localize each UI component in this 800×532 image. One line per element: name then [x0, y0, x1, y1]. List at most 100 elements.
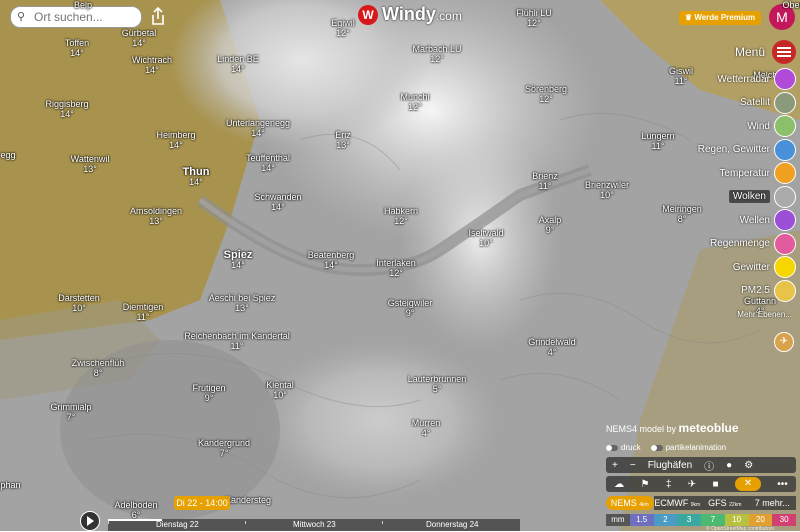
- airports-label[interactable]: Flughäfen: [648, 460, 692, 471]
- place-label[interactable]: Wattenwil 13°: [71, 154, 110, 174]
- place-label[interactable]: Frutigen 9°: [192, 383, 225, 403]
- plane-icon[interactable]: ✈: [688, 479, 696, 490]
- play-button[interactable]: [80, 511, 100, 531]
- place-label[interactable]: Därstetten 10°: [58, 293, 100, 313]
- place-label[interactable]: Unterlangenegg 14°: [226, 118, 290, 138]
- timeline-day[interactable]: Mittwoch 23: [293, 520, 336, 529]
- place-name: Därstetten: [58, 293, 100, 303]
- place-label[interactable]: Schwanden 14°: [254, 192, 301, 212]
- place-name: Zwischenflüh: [71, 358, 125, 368]
- place-label[interactable]: Grimmialp 7°: [50, 402, 91, 422]
- more-icon[interactable]: •••: [777, 479, 788, 490]
- place-label[interactable]: Meiringen 8°: [662, 204, 702, 224]
- model-option[interactable]: GFS 22km: [701, 496, 749, 510]
- place-label[interactable]: Spiez 14°: [224, 250, 253, 271]
- search-input[interactable]: [32, 9, 136, 25]
- place-label[interactable]: Murren 4°: [412, 418, 441, 438]
- place-label[interactable]: Teuffenthal 14°: [246, 153, 290, 173]
- pressure-toggle[interactable]: druck: [606, 443, 641, 452]
- place-label[interactable]: Toffen 14°: [65, 38, 89, 58]
- layer-item[interactable]: Mehr Ebenen...: [737, 303, 796, 325]
- place-label[interactable]: Linden BE 14°: [217, 54, 259, 74]
- particles-toggle[interactable]: partikelanimation: [650, 443, 726, 452]
- thermometer-icon[interactable]: ‡: [666, 479, 672, 490]
- location-icon[interactable]: ●: [726, 460, 732, 471]
- scale-step: 7: [701, 514, 725, 526]
- place-label[interactable]: Wichtrach 14°: [132, 55, 172, 75]
- place-label[interactable]: Kandersteg: [225, 495, 271, 505]
- place-label[interactable]: Brienz 11°: [532, 171, 558, 191]
- layer-item[interactable]: Regen, Gewitter: [698, 138, 796, 161]
- settings-icon[interactable]: ⚙: [744, 460, 753, 471]
- place-label[interactable]: Kandergrund 7°: [198, 438, 250, 458]
- place-label[interactable]: Iseltwald 10°: [468, 228, 503, 248]
- place-label[interactable]: Flühli LU 12°: [516, 8, 552, 28]
- place-label[interactable]: Munchi 12°: [400, 92, 429, 112]
- place-label[interactable]: Axalp 9°: [539, 215, 562, 235]
- place-label[interactable]: Interlaken 12°: [376, 258, 416, 278]
- place-label[interactable]: Aeschi bei Spiez 13°: [209, 293, 276, 313]
- place-label[interactable]: Marbach LU 12°: [412, 44, 461, 64]
- place-name: egg: [0, 150, 16, 160]
- place-name: Adelboden: [114, 500, 158, 510]
- timeline[interactable]: Dienstag 22 Mittwoch 23 Donnerstag 24: [108, 519, 520, 531]
- timeline-day[interactable]: Donnerstag 24: [426, 520, 478, 529]
- layer-item[interactable]: Wellen: [740, 209, 796, 231]
- place-label[interactable]: Lauterbrunnen 5°: [408, 374, 467, 394]
- place-label[interactable]: Diemtigen 11°: [123, 302, 164, 322]
- place-label[interactable]: Kiental 10°: [266, 380, 294, 400]
- place-label[interactable]: Sörenberg 12°: [525, 84, 567, 104]
- timeline-day[interactable]: Dienstag 22: [156, 520, 199, 529]
- share-icon[interactable]: [150, 6, 166, 26]
- place-label[interactable]: Belp: [74, 0, 92, 10]
- place-label[interactable]: Riggisberg 14°: [45, 99, 88, 119]
- place-label[interactable]: ephan: [0, 480, 21, 490]
- premium-button[interactable]: ♛ Werde Premium: [679, 11, 761, 25]
- place-label[interactable]: Giswil 11°: [669, 66, 693, 86]
- weather-icon[interactable]: ☁: [614, 479, 624, 490]
- place-label[interactable]: egg: [0, 150, 15, 160]
- place-label[interactable]: Zwischenflüh 8°: [72, 358, 125, 378]
- place-name: Interlaken: [376, 258, 416, 268]
- place-label[interactable]: Thun 14°: [183, 167, 210, 188]
- place-label[interactable]: Heimberg 14°: [156, 130, 195, 150]
- layer-item[interactable]: Temperatur: [719, 162, 796, 184]
- place-label[interactable]: Reichenbach im Kandertal 11°: [184, 331, 290, 351]
- place-label[interactable]: Oberegg: [782, 0, 800, 10]
- place-label[interactable]: Gsteigwiler 9°: [388, 298, 433, 318]
- zoom-in-button[interactable]: +: [612, 460, 618, 471]
- place-label[interactable]: Adelboden 6°: [114, 500, 157, 520]
- layer-item[interactable]: Gewitter: [733, 256, 796, 278]
- model-option[interactable]: 7 mehr...: [748, 496, 796, 510]
- place-label[interactable]: Beatenberg 14°: [308, 250, 355, 270]
- close-icon[interactable]: ✕: [734, 477, 761, 491]
- camera-icon[interactable]: ■: [713, 479, 719, 490]
- place-label[interactable]: Egiwil 12°: [331, 18, 355, 38]
- model-option[interactable]: NEMS 4km: [606, 496, 654, 510]
- flight-icon[interactable]: ✈: [774, 332, 794, 352]
- info-icon[interactable]: ⓘ: [704, 458, 714, 473]
- place-label[interactable]: Grindelwald 4°: [528, 337, 576, 357]
- brand-name: meteoblue: [678, 421, 739, 435]
- place-temperature: 13°: [336, 140, 350, 150]
- layer-item[interactable]: Wolken: [728, 185, 796, 208]
- flag-icon[interactable]: ⚑: [641, 479, 650, 490]
- menu-button[interactable]: [772, 40, 796, 64]
- place-label[interactable]: Gürbetal 14°: [122, 28, 157, 48]
- layer-item[interactable]: Wetterradar: [717, 68, 796, 90]
- place-label[interactable]: Eriz 13°: [335, 130, 351, 150]
- place-temperature: 11°: [674, 76, 688, 86]
- place-label[interactable]: Brienzwiler 10°: [585, 180, 629, 200]
- place-label[interactable]: Amsoldingen 13°: [130, 206, 182, 226]
- place-name: Heimberg: [156, 130, 196, 140]
- menu-label[interactable]: Menü: [735, 45, 765, 59]
- zoom-out-button[interactable]: −: [630, 460, 636, 471]
- layer-item[interactable]: PM2.5: [741, 279, 796, 302]
- layer-item[interactable]: Regenmenge: [710, 232, 796, 255]
- place-label[interactable]: Habkern 12°: [384, 206, 418, 226]
- layer-item[interactable]: Wind: [747, 115, 796, 137]
- windy-logo[interactable]: W Windy.com: [358, 4, 462, 25]
- place-label[interactable]: Lungern 11°: [641, 131, 674, 151]
- model-option[interactable]: ECMWF 9km: [653, 496, 701, 510]
- layer-item[interactable]: Satellit: [740, 91, 796, 114]
